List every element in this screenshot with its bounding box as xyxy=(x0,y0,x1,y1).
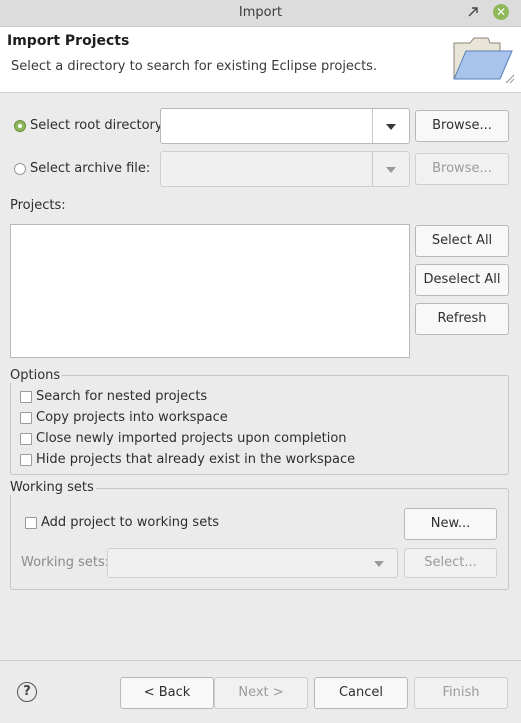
back-button[interactable]: < Back xyxy=(120,677,214,709)
archive-browse-button[interactable]: Browse... xyxy=(415,153,509,185)
hide-existing-label: Hide projects that already exist in the … xyxy=(36,452,356,467)
wizard-header: Import Projects Select a directory to se… xyxy=(0,27,521,93)
nested-projects-label: Search for nested projects xyxy=(36,389,208,404)
close-projects-label: Close newly imported projects upon compl… xyxy=(36,431,347,446)
select-all-button[interactable]: Select All xyxy=(415,225,509,257)
close-projects-checkbox[interactable] xyxy=(20,433,32,445)
finish-button[interactable]: Finish xyxy=(414,677,508,709)
help-icon[interactable]: ? xyxy=(17,682,37,702)
footer-separator xyxy=(0,660,521,661)
refresh-button[interactable]: Refresh xyxy=(415,303,509,335)
projects-list[interactable] xyxy=(10,224,410,358)
hide-existing-checkbox[interactable] xyxy=(20,454,32,466)
deselect-all-button[interactable]: Deselect All xyxy=(415,264,509,296)
root-directory-label: Select root directory: xyxy=(30,118,167,133)
archive-file-label: Select archive file: xyxy=(30,161,151,176)
folder-icon xyxy=(453,37,515,84)
add-to-working-sets-label: Add project to working sets xyxy=(41,515,220,530)
chevron-down-icon[interactable] xyxy=(386,167,396,173)
root-browse-button[interactable]: Browse... xyxy=(415,110,509,142)
nested-projects-checkbox[interactable] xyxy=(20,391,32,403)
close-icon[interactable]: ✕ xyxy=(493,4,509,20)
window-title: Import xyxy=(238,5,283,20)
copy-projects-checkbox[interactable] xyxy=(20,412,32,424)
next-button[interactable]: Next > xyxy=(214,677,308,709)
working-sets-group-label: Working sets xyxy=(10,480,96,495)
options-group-label: Options xyxy=(10,368,63,383)
archive-file-combo[interactable] xyxy=(160,151,410,187)
root-directory-combo[interactable] xyxy=(160,108,410,144)
page-description: Select a directory to search for existin… xyxy=(11,59,378,74)
projects-label: Projects: xyxy=(10,198,66,213)
working-sets-label: Working sets: xyxy=(21,555,110,570)
root-directory-radio[interactable] xyxy=(14,120,26,132)
cancel-button[interactable]: Cancel xyxy=(314,677,408,709)
restore-icon[interactable] xyxy=(466,5,480,19)
add-to-working-sets-checkbox[interactable] xyxy=(25,517,37,529)
copy-projects-label: Copy projects into workspace xyxy=(36,410,228,425)
new-working-set-button[interactable]: New... xyxy=(404,508,497,540)
title-bar: Import ✕ xyxy=(0,0,521,27)
page-title: Import Projects xyxy=(7,33,130,49)
archive-file-radio[interactable] xyxy=(14,163,26,175)
chevron-down-icon[interactable] xyxy=(374,561,384,567)
chevron-down-icon[interactable] xyxy=(386,124,396,130)
working-sets-combo[interactable] xyxy=(107,548,398,578)
select-working-sets-button[interactable]: Select... xyxy=(404,548,497,578)
